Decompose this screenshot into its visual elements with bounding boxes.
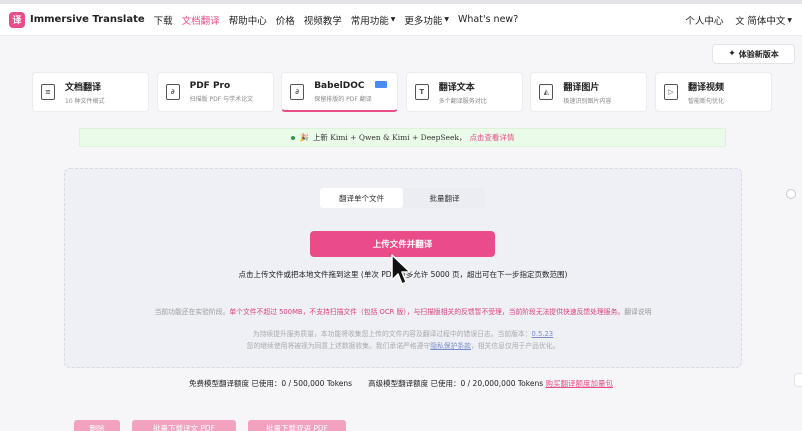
logo-icon: 译 — [9, 11, 25, 28]
card-title: 翻译图片 — [563, 82, 600, 93]
brand-logo[interactable]: 译 Immersive Translate — [9, 11, 145, 28]
notice-highlight: 单个文件不超过 500MB，不支持扫描文件（包括 OCR 版），与扫描版相关的反… — [229, 308, 625, 316]
caret-down-icon: ▼ — [787, 16, 792, 24]
card-subtitle: 多个翻译服务对比 — [438, 97, 487, 105]
try-new-version-label: 体验新版本 — [738, 49, 779, 59]
experimental-notice: 当前功能还在实验阶段。单个文件不超过 500MB，不支持扫描文件（包括 OCR … — [65, 306, 741, 316]
translate-icon: 文 — [735, 16, 745, 27]
banner-text: 上新 Kimi + Qwen & Kimi + DeepSeek， — [312, 133, 467, 142]
nav-right: 个人中心 文 简体中文 ▼ — [673, 4, 792, 36]
nav-video-tutorials[interactable]: 视频教学 — [304, 13, 342, 27]
notice-suffix[interactable]: 翻译说明 — [624, 308, 651, 316]
card-subtitle: 智能断句优化 — [687, 97, 724, 105]
privacy-policy-link[interactable]: 隐私保护条款 — [430, 342, 471, 350]
party-icon: 🎉 — [299, 133, 309, 142]
nav-common-features-label: 常用功能 — [350, 15, 389, 27]
nav-help-center[interactable]: 帮助中心 — [229, 13, 267, 27]
translate-mode-tabs: 翻译单个文件 批量翻译 — [320, 188, 486, 208]
advanced-quota: 高级模型翻译额度 已使用：0 / 20,000,000 Tokens — [368, 379, 544, 388]
card-subtitle: 扫描版 PDF 与学术论文 — [189, 96, 254, 103]
card-translate-image[interactable]: ◭ 翻译图片 极速识别图片内容 — [530, 72, 648, 112]
card-title: 文档翻译 — [65, 82, 102, 93]
privacy-notice-line1: 为持续提升服务质量，本功能将收集您上传的文件内容及翻译过程中的错误日志。当前版本… — [65, 328, 741, 338]
card-translate-text[interactable]: T 翻译文本 多个翻译服务对比 — [405, 72, 523, 112]
privacy-text: 您的继续使用将被视为同意上述数据收集。我们承诺严格遵守 — [246, 342, 431, 350]
card-pdf-pro[interactable]: ∂ PDF Pro 扫描版 PDF 与学术论文 — [156, 72, 274, 112]
nav-more-features[interactable]: 更多功能 ▼ — [404, 13, 449, 27]
mouse-cursor-icon — [391, 254, 411, 285]
side-float-tab[interactable] — [794, 373, 802, 387]
caret-down-icon: ▼ — [390, 16, 396, 23]
side-toggle-icon[interactable] — [786, 189, 796, 199]
nav-download[interactable]: 下载 — [154, 13, 173, 27]
card-translate-video[interactable]: ▷ 翻译视频 智能断句优化 — [654, 72, 772, 112]
top-navbar: 译 Immersive Translate 下载 文档翻译 帮助中心 价格 视频… — [0, 4, 802, 36]
banner-details-link[interactable]: 点击查看详情 — [469, 132, 514, 143]
privacy-text: ，相关信息仅用于产品优化。 — [470, 342, 560, 350]
quota-line: 免费模型翻译额度 已使用：0 / 500,000 Tokens 高级模型翻译额度 … — [0, 378, 802, 389]
video-icon: ▷ — [663, 84, 678, 100]
feature-cards: ≡ 文档翻译 10 种文件格式 ∂ PDF Pro 扫描版 PDF 与学术论文 … — [32, 72, 772, 112]
card-subtitle: 10 种文件格式 — [65, 97, 105, 105]
card-title: BabelDOC — [314, 80, 365, 91]
announcement-banner: 🎉 上新 Kimi + Qwen & Kimi + DeepSeek， 点击查看… — [79, 128, 726, 147]
tab-batch[interactable]: 批量翻译 — [403, 188, 486, 208]
caret-down-icon: ▼ — [444, 16, 450, 23]
card-title: 翻译文本 — [438, 82, 475, 93]
language-switcher[interactable]: 文 简体中文 ▼ — [735, 13, 792, 27]
text-icon: T — [414, 84, 429, 100]
sparkle-icon: ✦ — [728, 49, 736, 59]
image-icon: ◭ — [539, 84, 554, 100]
delete-button[interactable]: 删除 — [74, 420, 120, 431]
nav-user-center[interactable]: 个人中心 — [685, 13, 723, 27]
nav-whats-new[interactable]: What's new? — [458, 14, 518, 25]
tab-single-file[interactable]: 翻译单个文件 — [320, 188, 403, 208]
card-babeldoc[interactable]: ∂ BabelDOC 保留排版的 PDF 翻译 — [281, 72, 399, 112]
pdf-icon: ∂ — [290, 83, 305, 100]
nav-links: 下载 文档翻译 帮助中心 价格 视频教学 常用功能 ▼ 更多功能 ▼ What'… — [154, 13, 528, 27]
nav-more-features-label: 更多功能 — [404, 15, 443, 27]
card-title: 翻译视频 — [687, 82, 724, 93]
free-quota: 免费模型翻译额度 已使用：0 / 500,000 Tokens — [188, 379, 353, 388]
privacy-text: 为持续提升服务质量，本功能将收集您上传的文件内容及翻译过程中的错误日志。当前版本… — [252, 330, 532, 338]
card-subtitle: 极速识别图片内容 — [563, 97, 612, 105]
nav-document-translate[interactable]: 文档翻译 — [182, 13, 220, 27]
status-dot — [290, 135, 295, 140]
document-icon: ≡ — [41, 84, 55, 100]
nav-common-features[interactable]: 常用功能 ▼ — [351, 13, 396, 27]
batch-download-translation-button[interactable]: 批量下载译文 PDF — [132, 420, 236, 431]
language-label: 简体中文 — [747, 16, 786, 27]
privacy-notice-line2: 您的继续使用将被视为同意上述数据收集。我们承诺严格遵守隐私保护条款，相关信息仅用… — [65, 340, 741, 350]
bottom-action-buttons: 删除 批量下载译文 PDF 批量下载双语 PDF — [74, 420, 358, 431]
batch-download-bilingual-button[interactable]: 批量下载双语 PDF — [248, 420, 346, 431]
version-link[interactable]: 0.5.23 — [532, 330, 554, 338]
notice-prefix: 当前功能还在实验阶段。 — [154, 308, 230, 316]
pdf-icon: ∂ — [165, 84, 180, 100]
new-badge — [375, 81, 388, 88]
buy-quota-link[interactable]: 购买翻译额度加量包 — [546, 379, 614, 388]
card-document-translate[interactable]: ≡ 文档翻译 10 种文件格式 — [32, 72, 149, 112]
card-subtitle: 保留排版的 PDF 翻译 — [314, 95, 372, 103]
card-title: PDF Pro — [189, 81, 231, 91]
nav-pricing[interactable]: 价格 — [276, 13, 295, 27]
try-new-version-button[interactable]: ✦ 体验新版本 — [712, 44, 795, 64]
brand-name: Immersive Translate — [30, 14, 145, 25]
